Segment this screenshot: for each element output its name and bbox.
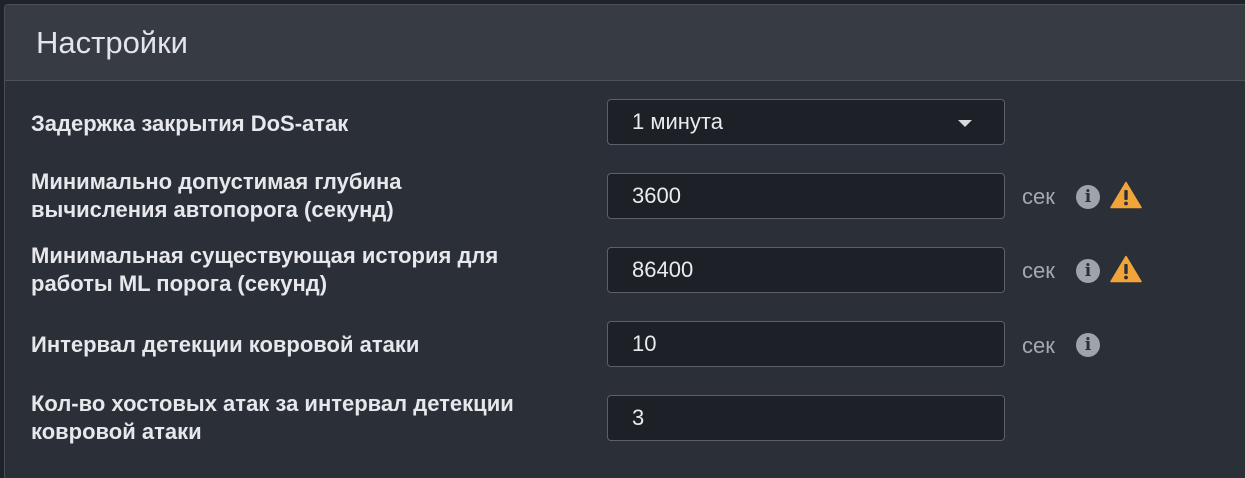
- dos-delay-label: Задержка закрытия DoS-атак: [31, 110, 591, 138]
- host-attacks-count-label-line2: ковровой атаки: [31, 419, 202, 444]
- host-attacks-count-label: Кол-во хостовых атак за интервал детекци…: [31, 390, 591, 446]
- auto-threshold-depth-input[interactable]: [607, 173, 1005, 219]
- auto-threshold-depth-label-line2: вычисления автопорога (секунд): [31, 197, 394, 222]
- dos-delay-label-text: Задержка закрытия DoS-атак: [31, 111, 349, 136]
- chevron-down-icon: [958, 120, 972, 127]
- host-attacks-count-input[interactable]: [607, 395, 1005, 441]
- carpet-interval-label-text: Интервал детекции ковровой атаки: [31, 332, 420, 357]
- dos-delay-select-value: 1 минута: [632, 109, 723, 134]
- ml-history-label-line2: работы ML порога (секунд): [31, 271, 328, 296]
- panel-title: Настройки: [36, 25, 189, 60]
- ml-history-input[interactable]: [607, 247, 1005, 293]
- ml-history-label: Минимальная существующая история для раб…: [31, 242, 591, 298]
- ml-history-label-line1: Минимальная существующая история для: [31, 243, 499, 268]
- auto-threshold-depth-label: Минимально допустимая глубина вычисления…: [31, 168, 591, 224]
- panel-header: Настройки: [5, 5, 1245, 81]
- carpet-interval-unit: сек: [1022, 333, 1055, 358]
- warning-icon[interactable]: [1110, 255, 1142, 283]
- carpet-interval-label: Интервал детекции ковровой атаки: [31, 331, 591, 359]
- info-icon[interactable]: i: [1076, 185, 1100, 209]
- dos-delay-select[interactable]: 1 минута: [607, 99, 1005, 145]
- info-icon[interactable]: i: [1076, 333, 1100, 357]
- host-attacks-count-label-line1: Кол-во хостовых атак за интервал детекци…: [31, 391, 514, 416]
- ml-history-unit: сек: [1022, 258, 1055, 283]
- carpet-interval-input[interactable]: [607, 321, 1005, 367]
- info-icon[interactable]: i: [1076, 259, 1100, 283]
- auto-threshold-depth-unit: сек: [1022, 184, 1055, 209]
- warning-icon[interactable]: [1110, 181, 1142, 209]
- auto-threshold-depth-label-line1: Минимально допустимая глубина: [31, 169, 402, 194]
